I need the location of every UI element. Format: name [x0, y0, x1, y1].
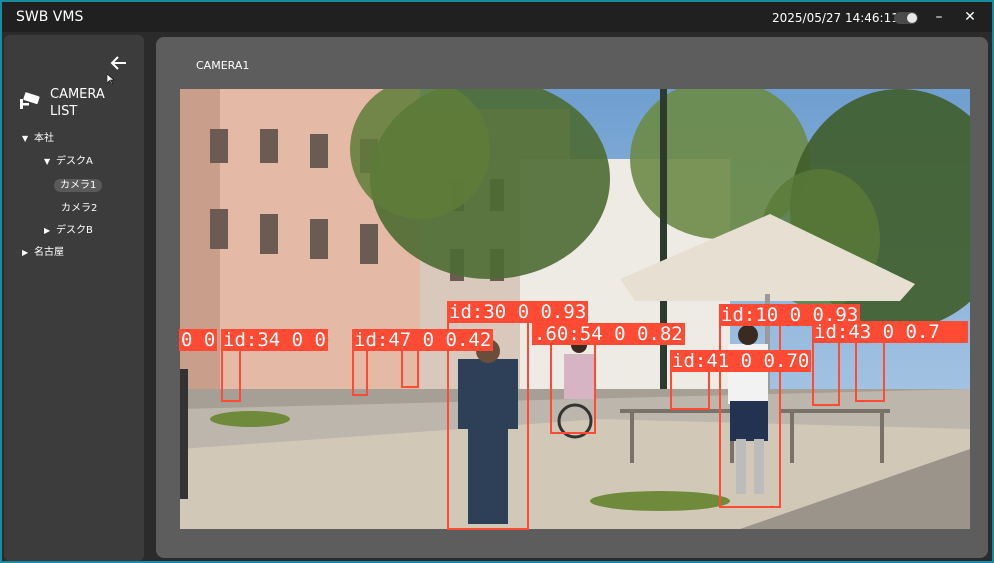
theme-toggle[interactable]	[894, 12, 918, 24]
detection-label: id:34 0 0	[221, 329, 328, 351]
chevron-down-icon[interactable]: ▼	[44, 154, 56, 170]
detection-box	[812, 340, 840, 406]
tree-node-camera1[interactable]: カメラ1	[54, 178, 103, 194]
tree-node-label: デスクB	[56, 225, 93, 236]
detection-box	[855, 340, 885, 402]
tree-node-nagoya[interactable]: ▶ 名古屋	[22, 245, 64, 261]
minimize-button[interactable]: –	[929, 8, 949, 26]
camera-view-panel: CAMERA1	[156, 37, 988, 558]
tree-node-desk-a[interactable]: ▼ デスクA	[44, 154, 93, 170]
camera-name-label: CAMERA1	[196, 59, 250, 72]
app-title: SWB VMS	[16, 9, 84, 25]
datetime-display: 2025/05/27 14:46:11	[772, 11, 899, 25]
theme-toggle-icon	[907, 13, 917, 23]
detection-box	[670, 370, 710, 410]
title-bar: SWB VMS 2025/05/27 14:46:11 – ✕	[2, 2, 992, 32]
tree-node-desk-b[interactable]: ▶ デスクB	[44, 223, 93, 239]
detection-label: id:43 0 0.7	[812, 321, 968, 343]
chevron-down-icon[interactable]: ▼	[22, 131, 34, 147]
mouse-cursor-icon	[107, 74, 114, 84]
detection-box	[719, 320, 781, 508]
arrow-left-icon	[110, 56, 126, 70]
tree-node-label: デスクA	[56, 156, 93, 167]
back-button[interactable]	[108, 52, 130, 74]
detection-label: id:30 0 0.93	[447, 301, 589, 323]
detection-label: 0 0	[179, 329, 218, 351]
detection-box	[550, 340, 596, 434]
close-button[interactable]: ✕	[960, 8, 980, 26]
cctv-camera-icon	[20, 92, 40, 109]
tree-node-label: 名古屋	[34, 247, 64, 258]
detection-box	[447, 320, 529, 530]
tree-node-camera2[interactable]: カメラ2	[61, 201, 97, 217]
close-icon: ✕	[964, 9, 976, 25]
detection-label: .60:54 0 0.82	[532, 323, 685, 345]
detection-label: id:41 0 0.70	[670, 350, 812, 372]
tree-node-honsha[interactable]: ▼ 本社	[22, 131, 54, 147]
chevron-right-icon[interactable]: ▶	[44, 223, 56, 239]
tree-node-label: 本社	[34, 133, 54, 144]
tree-node-label: カメラ2	[61, 203, 98, 214]
chevron-right-icon[interactable]: ▶	[22, 245, 34, 261]
tree-node-label: カメラ1	[54, 179, 103, 192]
detection-label: id:47 0 0.42	[352, 329, 494, 351]
minimize-icon: –	[935, 9, 943, 25]
camera-list-title: CAMERA LIST	[50, 87, 105, 119]
camera-sidebar: CAMERA LIST ▼ 本社 ▼ デスクA カメラ1 カメラ2 ▶ デスクB ▶ 名…	[4, 35, 144, 561]
